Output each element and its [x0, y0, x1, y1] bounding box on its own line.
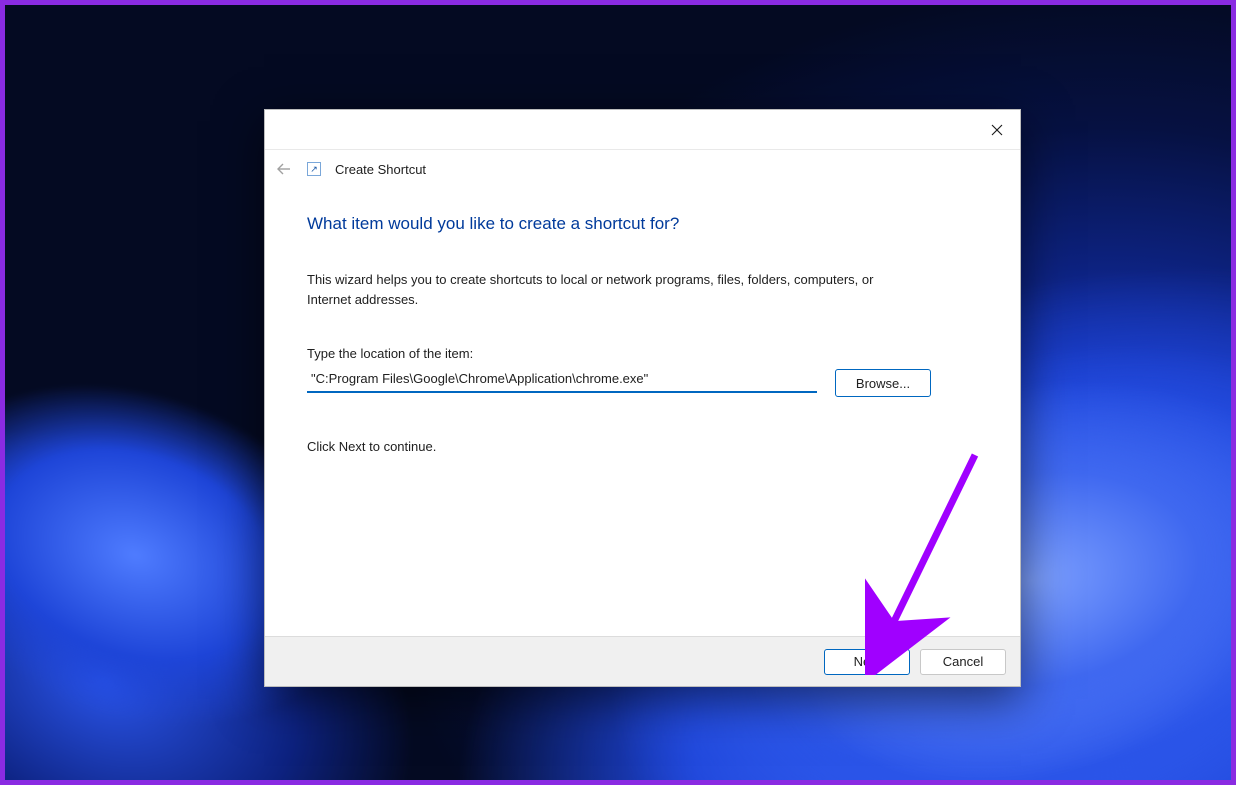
close-icon [991, 124, 1003, 136]
back-button[interactable] [269, 154, 299, 184]
close-button[interactable] [974, 110, 1020, 149]
dialog-content: What item would you like to create a sho… [265, 188, 1020, 636]
location-input-value: "C:Program Files\Google\Chrome\Applicati… [311, 371, 648, 386]
desktop-wallpaper: Create Shortcut What item would you like… [0, 0, 1236, 785]
dialog-footer: Next Cancel [265, 636, 1020, 686]
create-shortcut-dialog: Create Shortcut What item would you like… [264, 109, 1021, 687]
browse-button[interactable]: Browse... [835, 369, 931, 397]
dialog-title: Create Shortcut [335, 162, 426, 177]
location-input[interactable]: "C:Program Files\Google\Chrome\Applicati… [307, 369, 817, 393]
arrow-left-icon [275, 160, 293, 178]
dialog-description: This wizard helps you to create shortcut… [307, 270, 897, 310]
dialog-heading: What item would you like to create a sho… [307, 214, 978, 234]
location-field-label: Type the location of the item: [307, 346, 978, 361]
dialog-titlebar [265, 110, 1020, 150]
continue-hint: Click Next to continue. [307, 439, 978, 454]
dialog-header: Create Shortcut [265, 150, 1020, 188]
shortcut-icon [307, 162, 321, 176]
next-button[interactable]: Next [824, 649, 910, 675]
cancel-button[interactable]: Cancel [920, 649, 1006, 675]
